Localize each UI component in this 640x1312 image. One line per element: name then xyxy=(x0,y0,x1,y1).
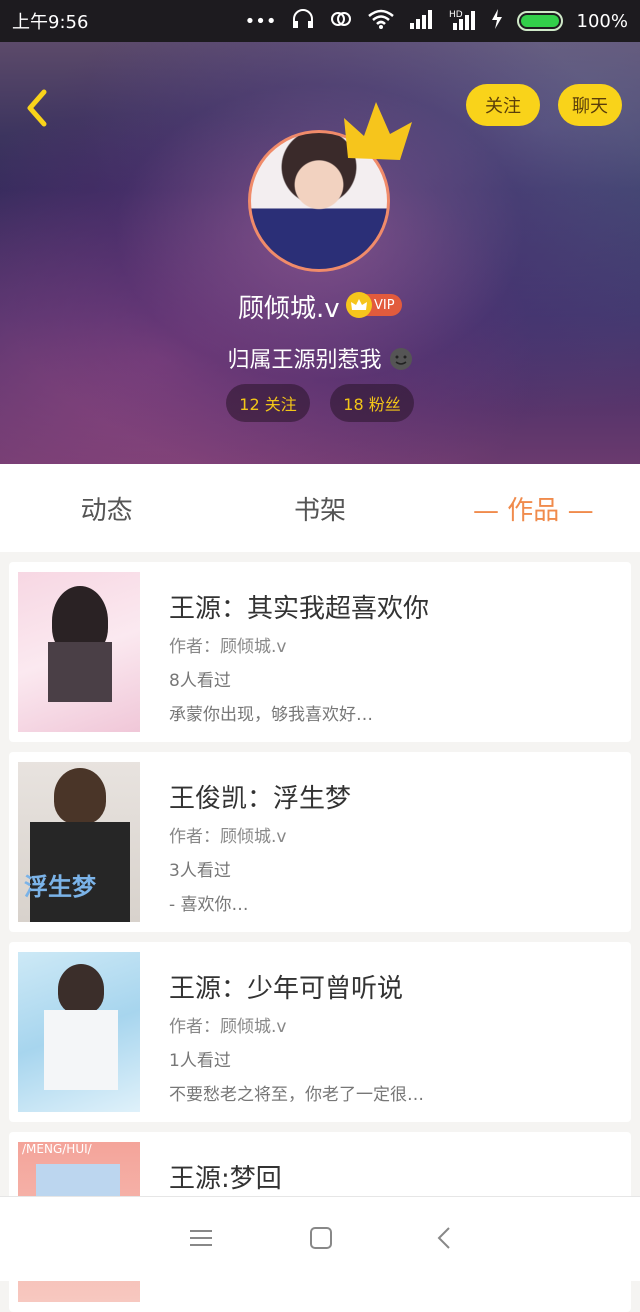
follow-button[interactable]: 关注 xyxy=(466,84,540,126)
fans-count[interactable]: 18 粉丝 xyxy=(330,384,414,422)
list-item[interactable]: 王源：其实我超喜欢你 作者：顾倾城.v 8人看过 承蒙你出现，够我喜欢好… xyxy=(9,562,631,742)
wifi-icon xyxy=(367,8,395,35)
chat-button[interactable]: 聊天 xyxy=(558,84,622,126)
work-title: 王俊凯：浮生梦 xyxy=(169,784,352,814)
work-author: 作者：顾倾城.v xyxy=(169,827,287,847)
cover-title: 浮生梦 xyxy=(24,873,96,901)
signal-icon xyxy=(409,9,435,34)
more-icon: ••• xyxy=(244,10,277,32)
vip-label: VIP xyxy=(374,297,395,313)
work-desc: 承蒙你出现，够我喜欢好… xyxy=(169,705,373,725)
book-cover xyxy=(18,952,140,1112)
work-desc: - 喜欢你… xyxy=(169,895,249,915)
work-author: 作者：顾倾城.v xyxy=(169,1017,287,1037)
tab-works[interactable]: — 作品 — xyxy=(427,490,640,527)
status-bar: 上午9:56 ••• HD 100% xyxy=(0,0,640,42)
battery-percent: 100% xyxy=(576,10,628,32)
profile-header: 关注 聊天 顾倾城.v VIP 归属王源别惹我 12 关注 18 粉丝 xyxy=(0,42,640,464)
work-author: 作者：顾倾城.v xyxy=(169,637,287,657)
work-desc: 不要愁老之将至，你老了一定很… xyxy=(169,1085,424,1105)
work-title: 王源:梦回 xyxy=(169,1164,282,1194)
charging-icon xyxy=(491,8,503,34)
status-time: 上午9:56 xyxy=(12,12,89,33)
signal-hd-icon: HD xyxy=(449,8,477,35)
sync-icon xyxy=(329,8,353,35)
work-views: 3人看过 xyxy=(169,861,231,881)
following-count[interactable]: 12 关注 xyxy=(226,384,310,422)
work-views: 8人看过 xyxy=(169,671,231,691)
headphone-icon xyxy=(291,8,315,35)
work-title: 王源：其实我超喜欢你 xyxy=(169,594,430,624)
smiley-icon xyxy=(389,348,412,370)
tab-moments[interactable]: 动态 xyxy=(0,490,213,527)
menu-icon[interactable] xyxy=(186,1223,216,1253)
chevron-left-icon xyxy=(27,89,47,127)
nickname: 顾倾城.v xyxy=(238,294,340,324)
back-icon[interactable] xyxy=(430,1223,460,1253)
back-button[interactable] xyxy=(18,88,58,128)
profile-tabs: 动态 书架 — 作品 — xyxy=(0,464,640,552)
book-cover: 浮生梦 xyxy=(18,762,140,922)
svg-text:HD: HD xyxy=(449,10,463,20)
home-icon[interactable] xyxy=(306,1223,336,1253)
crown-icon xyxy=(344,102,412,160)
list-item[interactable]: 王源：少年可曾听说 作者：顾倾城.v 1人看过 不要愁老之将至，你老了一定很… xyxy=(9,942,631,1122)
system-nav-bar xyxy=(0,1196,640,1281)
cover-title: /MENG/HUI/ xyxy=(22,1142,92,1156)
work-views: 1人看过 xyxy=(169,1051,231,1071)
vip-badge: VIP xyxy=(346,292,402,318)
list-item[interactable]: 浮生梦 王俊凯：浮生梦 作者：顾倾城.v 3人看过 - 喜欢你… xyxy=(9,752,631,932)
vip-crown-icon xyxy=(346,292,372,318)
tab-bookshelf[interactable]: 书架 xyxy=(213,490,426,527)
signature: 归属王源别惹我 xyxy=(0,342,640,374)
book-cover xyxy=(18,572,140,732)
signature-text: 归属王源别惹我 xyxy=(227,348,382,373)
work-title: 王源：少年可曾听说 xyxy=(169,974,404,1004)
battery-icon xyxy=(516,11,563,31)
